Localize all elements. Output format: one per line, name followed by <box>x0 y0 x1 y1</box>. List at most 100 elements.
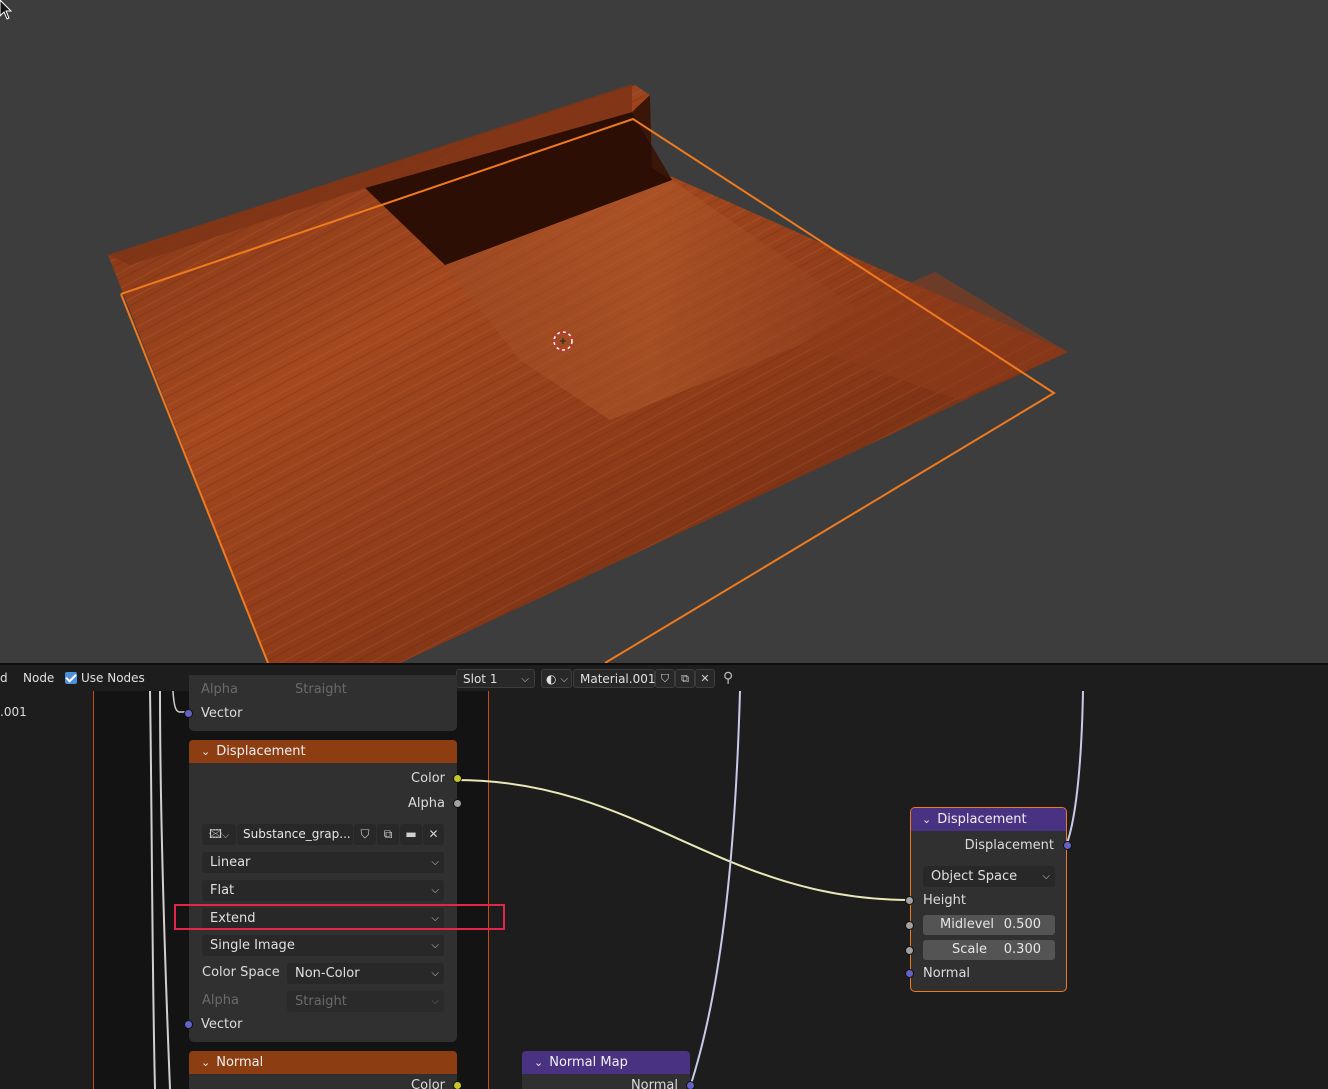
side-label-fragment: .001 <box>0 705 27 719</box>
color-output-row: Color <box>189 1075 462 1089</box>
vector-input-row: Vector <box>184 703 457 725</box>
unlink-image-button[interactable]: ✕ <box>423 824 444 845</box>
collapse-chevron-icon[interactable]: ⌄ <box>922 813 931 826</box>
color-output-socket[interactable] <box>453 1081 462 1089</box>
image-texture-node-top[interactable]: Alpha Straight Vector <box>184 675 457 731</box>
3d-viewport[interactable] <box>0 0 1328 663</box>
cursor-arrow-icon <box>0 0 13 20</box>
node-title: Displacement <box>216 744 306 759</box>
fake-user-button[interactable]: ⛉ <box>655 669 675 688</box>
color-space-value: Non-Color <box>295 966 360 981</box>
duplicate-icon: ⧉ <box>681 672 689 685</box>
chevron-down-icon: ⌵ <box>431 996 439 1007</box>
viewport-scene <box>108 84 1068 663</box>
space-dropdown[interactable]: Object Space ⌵ <box>923 866 1055 887</box>
material-browse-button[interactable]: ◐ ⌵ <box>541 669 572 688</box>
scale-value: 0.300 <box>1003 942 1041 957</box>
vector-socket[interactable] <box>184 709 193 718</box>
midlevel-label: Midlevel <box>940 917 994 932</box>
alpha-output-socket[interactable] <box>453 799 462 808</box>
interpolation-value: Linear <box>210 855 251 870</box>
chevron-down-icon: ⌵ <box>222 831 229 841</box>
close-icon: ✕ <box>428 827 439 841</box>
displacement-output-socket[interactable] <box>1063 841 1072 850</box>
folder-icon: ▬ <box>405 827 417 841</box>
use-nodes-label: Use Nodes <box>81 671 145 685</box>
alpha-output-row: Alpha <box>189 793 462 815</box>
color-output-label: Color <box>411 771 445 786</box>
node-title: Displacement <box>937 812 1027 827</box>
fake-user-button[interactable]: ⛉ <box>354 824 376 845</box>
projection-dropdown[interactable]: Flat ⌵ <box>202 880 444 901</box>
duplicate-icon: ⧉ <box>383 827 393 841</box>
chevron-down-icon: ⌵ <box>431 857 439 868</box>
normal-socket[interactable] <box>905 969 914 978</box>
image-icon: 🖾 <box>209 827 223 841</box>
displacement-node[interactable]: ⌄ Displacement Displacement Object Space ⌵… <box>905 807 1072 992</box>
image-texture-node-displacement[interactable]: ⌄ Displacement Color Alpha 🖾⌵ Substance_g… <box>184 740 462 1042</box>
color-space-dropdown[interactable]: Non-Color ⌵ <box>287 963 444 984</box>
displacement-output-row: Displacement <box>911 835 1072 857</box>
source-dropdown[interactable]: Single Image ⌵ <box>202 935 444 956</box>
use-nodes-toggle[interactable]: Use Nodes <box>65 665 145 691</box>
shield-icon: ⛉ <box>660 672 670 685</box>
vector-label: Vector <box>201 706 243 721</box>
node-title: Normal <box>216 1055 264 1070</box>
midlevel-field[interactable]: Midlevel 0.500 <box>923 915 1055 935</box>
collapse-chevron-icon[interactable]: ⌄ <box>201 1056 210 1069</box>
normal-input-row: Normal <box>905 963 1066 985</box>
collapse-chevron-icon[interactable]: ⌄ <box>201 745 210 758</box>
color-output-socket[interactable] <box>453 774 462 783</box>
color-space-label: Color Space <box>202 965 280 980</box>
node-header[interactable]: ⌄ Normal Map <box>522 1051 690 1074</box>
height-socket[interactable] <box>905 896 914 905</box>
material-name: Material.001 <box>580 672 656 686</box>
normal-output-socket[interactable] <box>686 1081 695 1089</box>
midlevel-socket[interactable] <box>905 921 914 930</box>
scale-socket[interactable] <box>905 946 914 955</box>
node-header[interactable]: ⌄ Normal <box>189 1051 457 1074</box>
shader-node-editor[interactable]: d Node Use Nodes Slot 1 ⌵ ◐ ⌵ Material.0… <box>0 665 1328 1089</box>
alpha-mode-dropdown: Straight ⌵ <box>287 991 444 1012</box>
displacement-output-label: Displacement <box>964 838 1054 853</box>
scale-label: Scale <box>952 942 987 957</box>
image-texture-node-normal[interactable]: ⌄ Normal Color <box>189 1051 462 1089</box>
alpha-label: Alpha <box>201 682 238 697</box>
space-value: Object Space <box>931 869 1018 884</box>
slot-dropdown[interactable]: Slot 1 ⌵ <box>456 669 535 688</box>
chevron-down-icon: ⌵ <box>431 940 439 951</box>
node-title: Normal Map <box>549 1055 628 1070</box>
color-output-label: Color <box>411 1078 445 1089</box>
node-header[interactable]: ⌄ Displacement <box>911 808 1066 831</box>
chevron-down-icon: ⌵ <box>431 885 439 896</box>
pin-icon[interactable]: ⚲ <box>723 665 733 691</box>
interpolation-dropdown[interactable]: Linear ⌵ <box>202 852 444 873</box>
scale-field[interactable]: Scale 0.300 <box>923 940 1055 960</box>
image-name-field[interactable]: Substance_grap... <box>237 824 353 845</box>
open-image-button[interactable]: ▬ <box>400 824 422 845</box>
projection-value: Flat <box>210 883 235 898</box>
vector-socket[interactable] <box>184 1020 193 1029</box>
source-value: Single Image <box>210 938 295 953</box>
menu-view[interactable]: d <box>0 665 8 691</box>
node-header[interactable]: ⌄ Displacement <box>189 740 457 763</box>
menu-node[interactable]: Node <box>23 665 54 691</box>
duplicate-image-button[interactable]: ⧉ <box>377 824 399 845</box>
collapse-chevron-icon[interactable]: ⌄ <box>534 1056 543 1069</box>
color-output-row: Color <box>189 768 462 790</box>
slot-value: Slot 1 <box>463 672 498 686</box>
alpha-output-label: Alpha <box>408 796 445 811</box>
height-input-row: Height <box>905 890 1066 912</box>
duplicate-material-button[interactable]: ⧉ <box>675 669 695 688</box>
vector-label: Vector <box>201 1017 243 1032</box>
midlevel-value: 0.500 <box>1003 917 1041 932</box>
close-icon: ✕ <box>700 672 710 685</box>
alpha-value: Straight <box>295 682 347 697</box>
image-browse-button[interactable]: 🖾⌵ <box>202 824 236 845</box>
normal-output-label: Normal <box>630 1078 678 1089</box>
normal-map-node[interactable]: ⌄ Normal Map Normal <box>522 1051 695 1089</box>
material-name-field[interactable]: Material.001 <box>573 669 655 688</box>
checkbox-icon[interactable] <box>65 672 77 684</box>
alpha-label: Alpha <box>202 993 239 1008</box>
unlink-material-button[interactable]: ✕ <box>695 669 715 688</box>
